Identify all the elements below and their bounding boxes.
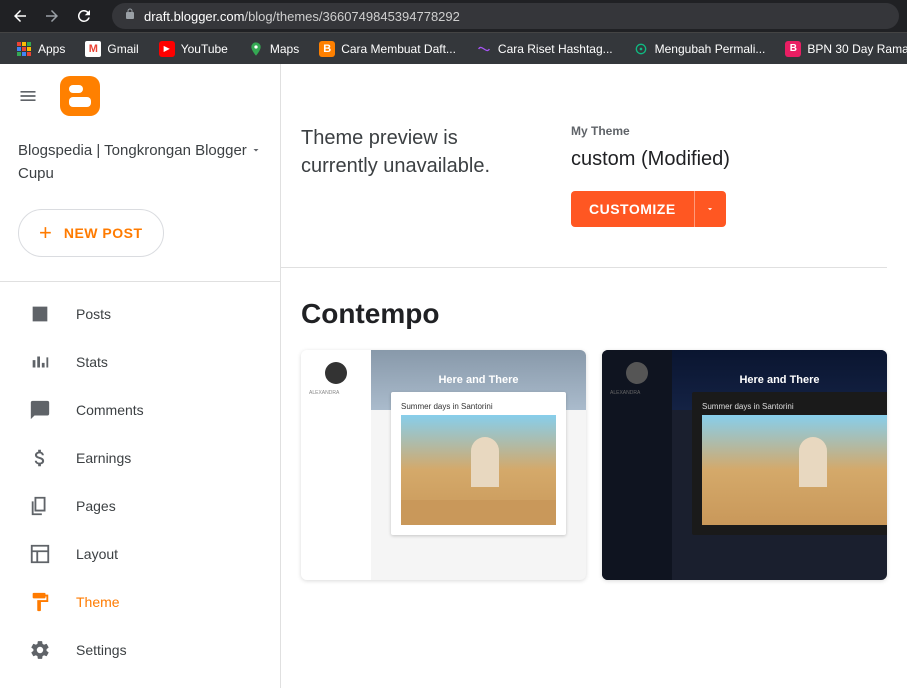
main-content: Theme preview is currently unavailable. … (281, 64, 907, 688)
apps-icon (16, 41, 32, 57)
blogger-logo[interactable] (60, 76, 100, 116)
gear-green-icon (633, 41, 649, 57)
reload-button[interactable] (72, 4, 96, 28)
browser-nav-bar: draft.blogger.com/blog/themes/3660749845… (0, 0, 907, 32)
section-title-contempo: Contempo (281, 268, 907, 350)
bookmark-bpn[interactable]: B BPN 30 Day Ramad... (777, 37, 907, 61)
stats-icon (28, 350, 52, 374)
earnings-icon (28, 446, 52, 470)
bookmark-maps[interactable]: Maps (240, 37, 307, 61)
url-text: draft.blogger.com/blog/themes/3660749845… (144, 9, 460, 24)
posts-icon (28, 302, 52, 326)
bookmark-blogger[interactable]: B Cara Membuat Daft... (311, 37, 464, 61)
nav-settings[interactable]: Settings (0, 626, 280, 674)
bookmark-youtube[interactable]: ▶ YouTube (151, 37, 236, 61)
my-theme-label: My Theme (571, 124, 847, 138)
blog-selector[interactable]: Blogspedia | Tongkrongan Blogger Cupu (0, 128, 280, 185)
customize-dropdown-button[interactable] (694, 191, 726, 227)
youtube-icon: ▶ (159, 41, 175, 57)
layout-icon (28, 542, 52, 566)
nav-list: Posts Stats Comments Earnings Pages Layo… (0, 282, 280, 682)
maps-icon (248, 41, 264, 57)
hashtag-icon (476, 41, 492, 57)
lock-icon (124, 7, 136, 25)
bookmark-hashtag[interactable]: Cara Riset Hashtag... (468, 37, 621, 61)
bookmark-gmail[interactable]: M Gmail (77, 37, 146, 61)
blogger-icon: B (319, 41, 335, 57)
nav-layout[interactable]: Layout (0, 530, 280, 578)
nav-earnings[interactable]: Earnings (0, 434, 280, 482)
comments-icon (28, 398, 52, 422)
sidebar: Blogspedia | Tongkrongan Blogger Cupu + … (0, 64, 281, 688)
menu-button[interactable] (16, 84, 40, 108)
theme-name: custom (Modified) (571, 148, 847, 171)
blog-name: Blogspedia | Tongkrongan Blogger Cupu (18, 140, 250, 185)
nav-theme[interactable]: Theme (0, 578, 280, 626)
bookmark-apps[interactable]: Apps (8, 37, 73, 61)
nav-pages[interactable]: Pages (0, 482, 280, 530)
preview-unavailable-text: Theme preview is currently unavailable. (301, 124, 531, 227)
forward-button[interactable] (40, 4, 64, 28)
theme-card-contempo-dark[interactable]: ALEXANDRA Here and There Summer days in … (602, 350, 887, 580)
chevron-down-icon (250, 140, 262, 161)
nav-posts[interactable]: Posts (0, 290, 280, 338)
bookmark-permali[interactable]: Mengubah Permali... (625, 37, 774, 61)
nav-stats[interactable]: Stats (0, 338, 280, 386)
nav-comments[interactable]: Comments (0, 386, 280, 434)
bpn-icon: B (785, 41, 801, 57)
customize-button[interactable]: CUSTOMIZE (571, 191, 694, 227)
back-button[interactable] (8, 4, 32, 28)
theme-card-contempo-light[interactable]: ALEXANDRA Here and There Summer days in … (301, 350, 586, 580)
theme-icon (28, 590, 52, 614)
gmail-icon: M (85, 41, 101, 57)
address-bar[interactable]: draft.blogger.com/blog/themes/3660749845… (112, 3, 899, 29)
pages-icon (28, 494, 52, 518)
bookmarks-bar: Apps M Gmail ▶ YouTube Maps B Cara Membu… (0, 32, 907, 64)
plus-icon: + (39, 220, 52, 246)
new-post-button[interactable]: + NEW POST (18, 209, 164, 257)
settings-icon (28, 638, 52, 662)
theme-grid: ALEXANDRA Here and There Summer days in … (281, 350, 907, 580)
current-theme-section: Theme preview is currently unavailable. … (281, 64, 887, 268)
